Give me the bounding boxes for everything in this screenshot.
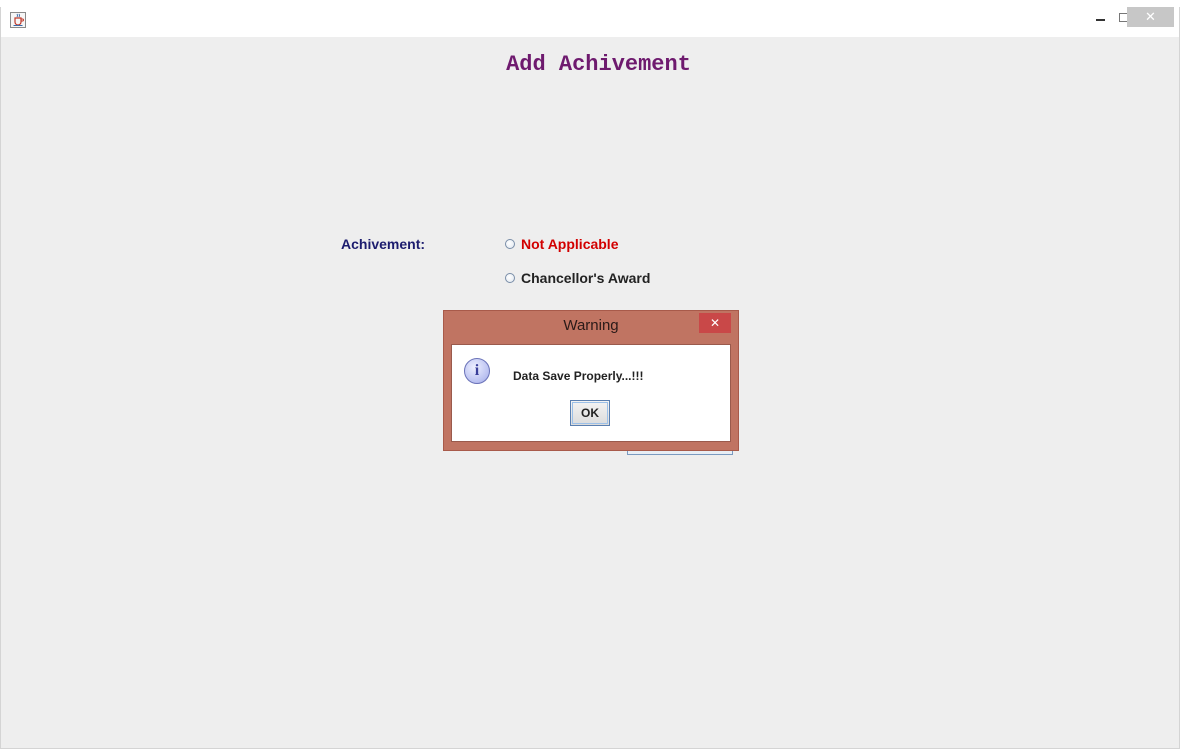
ok-button[interactable]: OK: [570, 400, 610, 426]
dialog-body: i Data Save Properly...!!! OK: [451, 344, 731, 442]
dialog-close-button[interactable]: ✕: [699, 313, 731, 333]
page-title: Add Achivement: [506, 52, 691, 77]
achievement-label: Achivement:: [341, 236, 426, 252]
radio-label-chancellors-award: Chancellor's Award: [521, 270, 651, 286]
minimize-button[interactable]: [1089, 7, 1111, 27]
info-icon: i: [464, 358, 490, 384]
close-icon: ✕: [709, 316, 721, 330]
radio-chancellors-award[interactable]: Chancellor's Award: [505, 270, 650, 286]
close-button[interactable]: ✕: [1127, 7, 1174, 27]
radio-circle-icon[interactable]: [505, 239, 515, 249]
radio-circle-icon[interactable]: [505, 273, 515, 283]
radio-not-applicable[interactable]: Not Applicable: [505, 236, 619, 252]
close-icon: ✕: [1145, 9, 1156, 25]
warning-dialog: Warning ✕ i Data Save Properly...!!! OK: [443, 310, 739, 451]
radio-label-not-applicable: Not Applicable: [521, 236, 619, 252]
java-cup-icon: [10, 12, 26, 28]
dialog-message: Data Save Properly...!!!: [513, 369, 644, 383]
window-titlebar: ✕: [1, 7, 1179, 37]
dialog-title: Warning: [563, 317, 619, 334]
minimize-icon: [1095, 19, 1105, 21]
